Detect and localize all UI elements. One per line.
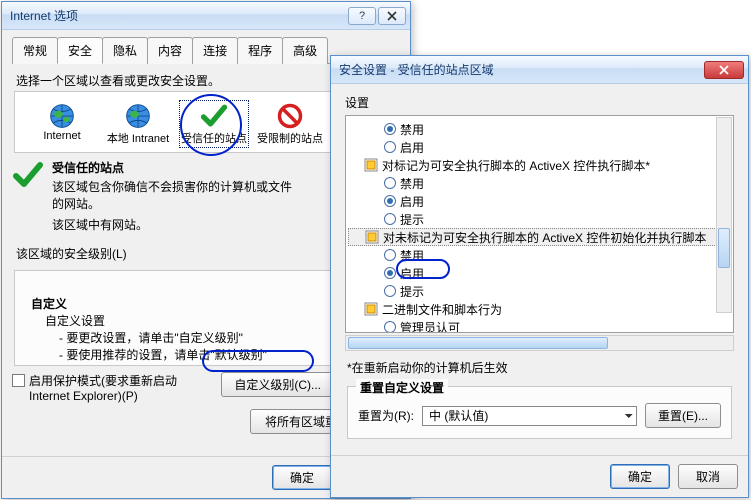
tree-radio-option[interactable]: 提示: [348, 282, 731, 300]
security-settings-dialog: 安全设置 - 受信任的站点区域 设置 禁用启用对标记为可安全执行脚本的 Acti…: [330, 55, 749, 498]
tree-radio-option[interactable]: 禁用: [348, 174, 731, 192]
ok-button[interactable]: 确定: [610, 464, 670, 489]
vertical-scrollbar[interactable]: [716, 117, 732, 313]
activex-icon: [364, 158, 378, 172]
dialog-title: Internet 选项: [10, 7, 346, 24]
scrollbar-thumb[interactable]: [718, 228, 730, 268]
tree-item-label: 启用: [400, 193, 424, 210]
close-button[interactable]: [704, 61, 744, 79]
tree-item-label: 管理员认可: [400, 319, 460, 334]
tree-radio-option[interactable]: 启用: [348, 138, 731, 156]
tab-programs[interactable]: 程序: [237, 37, 283, 64]
trusted-desc2: 该区域中有网站。: [52, 216, 302, 233]
tree-category: 对未标记为可安全执行脚本的 ActiveX 控件初始化并执行脚本: [348, 228, 731, 246]
tree-radio-option[interactable]: 禁用: [348, 120, 731, 138]
tab-connections[interactable]: 连接: [192, 37, 238, 64]
prohibited-icon: [276, 102, 304, 130]
tree-radio-option[interactable]: 禁用: [348, 246, 731, 264]
globe-icon: [48, 102, 76, 130]
cancel-button[interactable]: 取消: [678, 464, 738, 489]
zone-label: 本地 Intranet: [107, 130, 169, 146]
checkmark-icon: [200, 102, 228, 130]
zone-restricted-sites[interactable]: 受限制的站点: [257, 102, 323, 146]
tree-item-label: 禁用: [400, 121, 424, 138]
custom-level-button[interactable]: 自定义级别(C)...: [221, 372, 334, 397]
protected-mode-checkbox[interactable]: 启用保护模式(要求重新启动: [12, 372, 215, 389]
tree-radio-option[interactable]: 启用: [348, 192, 731, 210]
radio-icon: [384, 249, 396, 261]
tab-advanced[interactable]: 高级: [282, 37, 328, 64]
horizontal-scrollbar[interactable]: [345, 335, 734, 351]
tree-radio-option[interactable]: 启用: [348, 264, 731, 282]
zone-label: 受限制的站点: [257, 130, 323, 146]
activex-icon: [364, 302, 378, 316]
protected-mode-label-bottom: Internet Explorer)(P): [29, 389, 215, 403]
restart-note: *在重新启动你的计算机后生效: [347, 359, 734, 376]
tree-item-label: 二进制文件和脚本行为: [382, 301, 502, 318]
radio-icon: [384, 177, 396, 189]
radio-icon: [384, 213, 396, 225]
tree-category: 二进制文件和脚本行为: [348, 300, 731, 318]
radio-icon: [384, 321, 396, 333]
reset-to-label: 重置为(R):: [358, 407, 414, 424]
reset-heading: 重置自定义设置: [356, 379, 448, 396]
scrollbar-thumb[interactable]: [348, 337, 608, 349]
close-button[interactable]: [378, 7, 406, 25]
help-button[interactable]: ?: [348, 7, 376, 25]
radio-icon: [384, 267, 396, 279]
zone-trusted-sites[interactable]: 受信任的站点: [181, 102, 247, 146]
checkmark-icon: [12, 159, 44, 191]
tree-item-label: 对标记为可安全执行脚本的 ActiveX 控件执行脚本*: [382, 157, 650, 174]
trusted-desc1: 该区域包含你确信不会损害你的计算机或文件的网站。: [52, 178, 302, 212]
zone-internet[interactable]: Internet: [29, 102, 95, 146]
tree-item-label: 禁用: [400, 247, 424, 264]
tab-content[interactable]: 内容: [147, 37, 193, 64]
radio-icon: [384, 195, 396, 207]
tab-general[interactable]: 常规: [12, 37, 58, 64]
dialog-title: 安全设置 - 受信任的站点区域: [339, 61, 702, 78]
globe-icon: [124, 102, 152, 130]
tree-item-label: 禁用: [400, 175, 424, 192]
zone-label: Internet: [43, 130, 80, 142]
tree-item-label: 启用: [400, 265, 424, 282]
protected-mode-label-top: 启用保护模式(要求重新启动: [29, 372, 177, 389]
reset-button[interactable]: 重置(E)...: [645, 403, 721, 428]
dialog-button-row: 确定 取消: [331, 455, 748, 497]
settings-label: 设置: [345, 94, 734, 111]
trusted-heading: 受信任的站点: [52, 159, 302, 176]
tree-item-label: 提示: [400, 283, 424, 300]
radio-icon: [384, 123, 396, 135]
activex-icon: [365, 230, 379, 244]
radio-icon: [384, 285, 396, 297]
tree-radio-option[interactable]: 提示: [348, 210, 731, 228]
zone-local-intranet[interactable]: 本地 Intranet: [105, 102, 171, 146]
tab-privacy[interactable]: 隐私: [102, 37, 148, 64]
ok-button[interactable]: 确定: [272, 465, 332, 490]
zone-label: 受信任的站点: [181, 130, 247, 146]
checkbox-icon: [12, 374, 25, 387]
reset-to-select[interactable]: 中 (默认值): [422, 406, 637, 426]
settings-tree[interactable]: 禁用启用对标记为可安全执行脚本的 ActiveX 控件执行脚本*禁用启用提示对未…: [345, 115, 734, 333]
titlebar[interactable]: Internet 选项 ?: [2, 2, 410, 30]
reset-custom-group: 重置自定义设置 重置为(R): 中 (默认值) 重置(E)...: [347, 386, 732, 439]
tree-item-label: 对未标记为可安全执行脚本的 ActiveX 控件初始化并执行脚本: [383, 229, 706, 246]
titlebar[interactable]: 安全设置 - 受信任的站点区域: [331, 56, 748, 84]
tree-category: 对标记为可安全执行脚本的 ActiveX 控件执行脚本*: [348, 156, 731, 174]
tree-item-label: 提示: [400, 211, 424, 228]
radio-icon: [384, 141, 396, 153]
tree-radio-option[interactable]: 管理员认可: [348, 318, 731, 333]
tab-security[interactable]: 安全: [57, 37, 103, 64]
tree-item-label: 启用: [400, 139, 424, 156]
